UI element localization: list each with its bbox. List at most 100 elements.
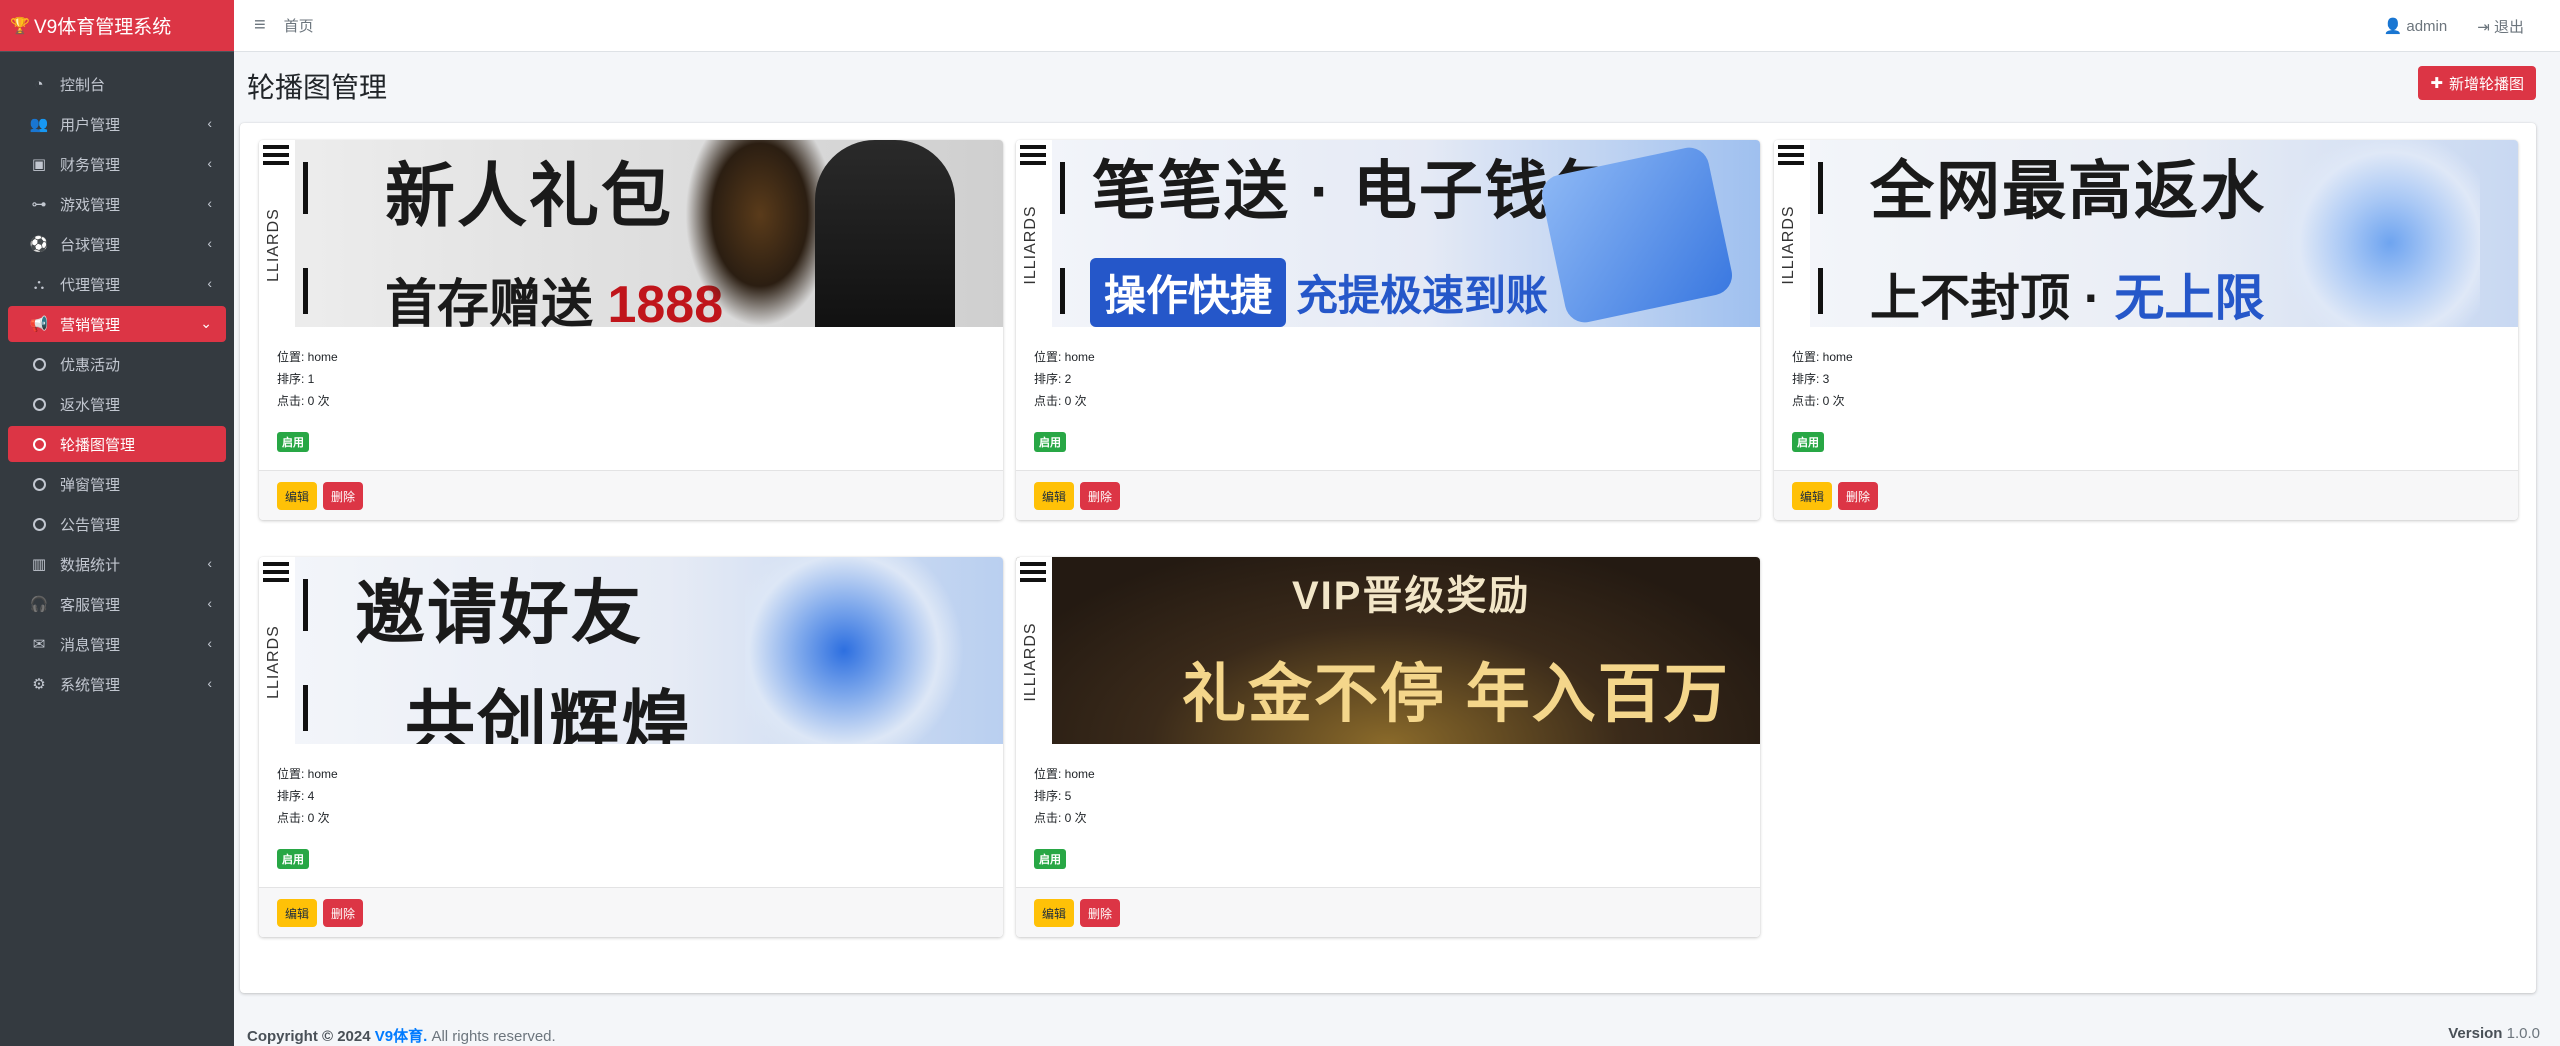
banner-side-strip: LLIARDS [259, 140, 295, 327]
copyright-text: Copyright © 2024 [247, 1028, 371, 1045]
circle-icon [28, 437, 50, 451]
sidebar-item-billiards[interactable]: ⚽ 台球管理 ‹ [8, 226, 226, 262]
circle-icon [28, 397, 50, 411]
page-title: 轮播图管理 [247, 72, 388, 103]
menu-icon [1020, 562, 1046, 586]
sidebar-item-label: 系统管理 [60, 676, 121, 694]
home-link[interactable]: 首页 [284, 15, 314, 36]
banner-sort: 排序: 2 [1034, 372, 1072, 386]
banner-art: 新人礼包 首存赠送 1888 [295, 140, 1003, 327]
sidebar-item-marketing[interactable]: 📢 营销管理 ⌄ [8, 306, 226, 342]
banner-clicks: 点击: 0 次 [1034, 394, 1087, 408]
sidebar-item-notices[interactable]: 公告管理 [8, 506, 226, 542]
banner-meta: 位置: home 排序: 2 点击: 0 次 [1034, 346, 1095, 412]
sidebar-item-banners[interactable]: 轮播图管理 [8, 426, 226, 462]
chevron-left-icon: ‹ [207, 235, 212, 251]
banner-card-footer: 编辑 删除 [1016, 470, 1760, 520]
edit-button[interactable]: 编辑 [1792, 482, 1833, 510]
sidebar-item-rebate[interactable]: 返水管理 [8, 386, 226, 422]
banner-side-text: LLIARDS [265, 625, 282, 699]
logout-button[interactable]: ⇥ 退出 [2477, 16, 2524, 37]
banner-side-strip: ILLIARDS [1016, 557, 1052, 744]
banner-meta: 位置: home 排序: 4 点击: 0 次 [277, 763, 338, 829]
fan-decoration [685, 140, 835, 327]
menu-icon [263, 562, 289, 586]
trophy-decoration [745, 557, 965, 744]
version-label: Version [2448, 1025, 2503, 1042]
logout-icon: ⇥ [2477, 18, 2490, 36]
status-badge: 启用 [277, 849, 309, 869]
sidebar-nav: ◔ 控制台 👥 用户管理 ‹ ▣ 财务管理 ‹ ⊶ 游戏管理 ‹ ⚽ 台球管理 … [0, 52, 234, 702]
sidebar-item-support[interactable]: 🎧 客服管理 ‹ [8, 586, 226, 622]
sidebar-item-popups[interactable]: 弹窗管理 [8, 466, 226, 502]
add-banner-button[interactable]: ✚ 新增轮播图 [2418, 66, 2536, 100]
banner-position: 位置: home [1034, 767, 1095, 781]
menu-toggle-icon[interactable]: ≡ [254, 14, 266, 37]
edit-button[interactable]: 编辑 [1034, 899, 1075, 927]
banner-sort: 排序: 1 [277, 372, 315, 386]
banner-sort: 排序: 4 [277, 789, 315, 803]
banner-clicks: 点击: 0 次 [277, 394, 330, 408]
sidebar-item-users[interactable]: 👥 用户管理 ‹ [8, 106, 226, 142]
sidebar-item-statistics[interactable]: ▥ 数据统计 ‹ [8, 546, 226, 582]
delete-button[interactable]: 删除 [1838, 482, 1879, 510]
dashboard-icon: ◔ [34, 75, 44, 93]
edit-button[interactable]: 编辑 [277, 482, 318, 510]
sidebar-item-finance[interactable]: ▣ 财务管理 ‹ [8, 146, 226, 182]
menu-icon [1020, 145, 1046, 169]
banner-card: ILLIARDS VIP晋级奖励 礼金不停 年入百万 位置: home 排序: … [1016, 557, 1760, 937]
banner-headline: 新人礼包 [385, 157, 673, 235]
banner-subline: 礼金不停 年入百万 [1182, 658, 1730, 730]
sidebar-item-games[interactable]: ⊶ 游戏管理 ‹ [8, 186, 226, 222]
user-menu[interactable]: 👤 admin [2384, 17, 2448, 35]
banner-image[interactable]: LLIARDS 新人礼包 首存赠送 1888 [259, 140, 1003, 327]
sitemap-icon: ⛬ [33, 275, 45, 293]
money-icon: ▣ [31, 156, 47, 173]
sidebar-item-label: 数据统计 [60, 556, 121, 574]
sidebar-item-agents[interactable]: ⛬ 代理管理 ‹ [8, 266, 226, 302]
sidebar-item-promotions[interactable]: 优惠活动 [8, 346, 226, 382]
banner-art: 全网最高返水 上不封顶 · 无上限 [1810, 140, 2518, 327]
sidebar-item-dashboard[interactable]: ◔ 控制台 [8, 66, 226, 102]
delete-button[interactable]: 删除 [1080, 899, 1121, 927]
circle-icon [28, 357, 50, 371]
sidebar-item-label: 公告管理 [60, 516, 121, 534]
banner-meta: 位置: home 排序: 1 点击: 0 次 [277, 346, 338, 412]
banner-side-strip: LLIARDS [259, 557, 295, 744]
sidebar-item-label: 消息管理 [60, 636, 121, 654]
banner-headline: 全网最高返水 [1870, 155, 2266, 227]
sidebar-item-label: 代理管理 [60, 276, 121, 294]
logout-label: 退出 [2493, 18, 2524, 36]
footer-brand-link[interactable]: V9体育. [375, 1028, 428, 1045]
gear-icon: ⚙ [32, 676, 46, 693]
sidebar-item-messages[interactable]: ✉ 消息管理 ‹ [8, 626, 226, 662]
chart-icon: ▥ [31, 556, 47, 573]
delete-button[interactable]: 删除 [323, 899, 364, 927]
status-badge: 启用 [1792, 432, 1824, 452]
banner-image[interactable]: LLIARDS 邀请好友 共创辉煌 [259, 557, 1003, 744]
banner-image[interactable]: ILLIARDS 全网最高返水 上不封顶 · 无上限 [1774, 140, 2518, 327]
banner-card-footer: 编辑 删除 [1016, 887, 1760, 937]
banner-image[interactable]: ILLIARDS 笔笔送 · 电子钱包 操作快捷 充提极速到账 [1016, 140, 1760, 327]
edit-button[interactable]: 编辑 [277, 899, 318, 927]
trophy-icon: 🏆 [10, 17, 30, 35]
edit-button[interactable]: 编辑 [1034, 482, 1075, 510]
banner-card: LLIARDS 新人礼包 首存赠送 1888 位置: home 排序: 1 点击… [259, 140, 1003, 520]
banner-subline: 共创辉煌 [405, 684, 693, 744]
banner-image[interactable]: ILLIARDS VIP晋级奖励 礼金不停 年入百万 [1016, 557, 1760, 744]
sidebar-item-label: 控制台 [60, 76, 106, 94]
delete-button[interactable]: 删除 [1080, 482, 1121, 510]
brand[interactable]: 🏆 V9体育管理系统 [0, 0, 234, 52]
banner-card: LLIARDS 邀请好友 共创辉煌 位置: home 排序: 4 点击: 0 次… [259, 557, 1003, 937]
banner-side-text: ILLIARDS [1022, 622, 1039, 702]
add-banner-label: 新增轮播图 [2448, 75, 2524, 93]
banner-subline: 操作快捷 充提极速到账 [1090, 258, 1548, 327]
delete-button[interactable]: 删除 [323, 482, 364, 510]
banner-position: 位置: home [1034, 350, 1095, 364]
user-icon: 👤 [2383, 18, 2403, 35]
banner-card-footer: 编辑 删除 [259, 470, 1003, 520]
banner-meta: 位置: home 排序: 5 点击: 0 次 [1034, 763, 1095, 829]
sidebar-item-system[interactable]: ⚙ 系统管理 ‹ [8, 666, 226, 702]
version-number: 1.0.0 [2506, 1025, 2540, 1042]
banner-headline: 笔笔送 · 电子钱包 [1092, 155, 1617, 227]
